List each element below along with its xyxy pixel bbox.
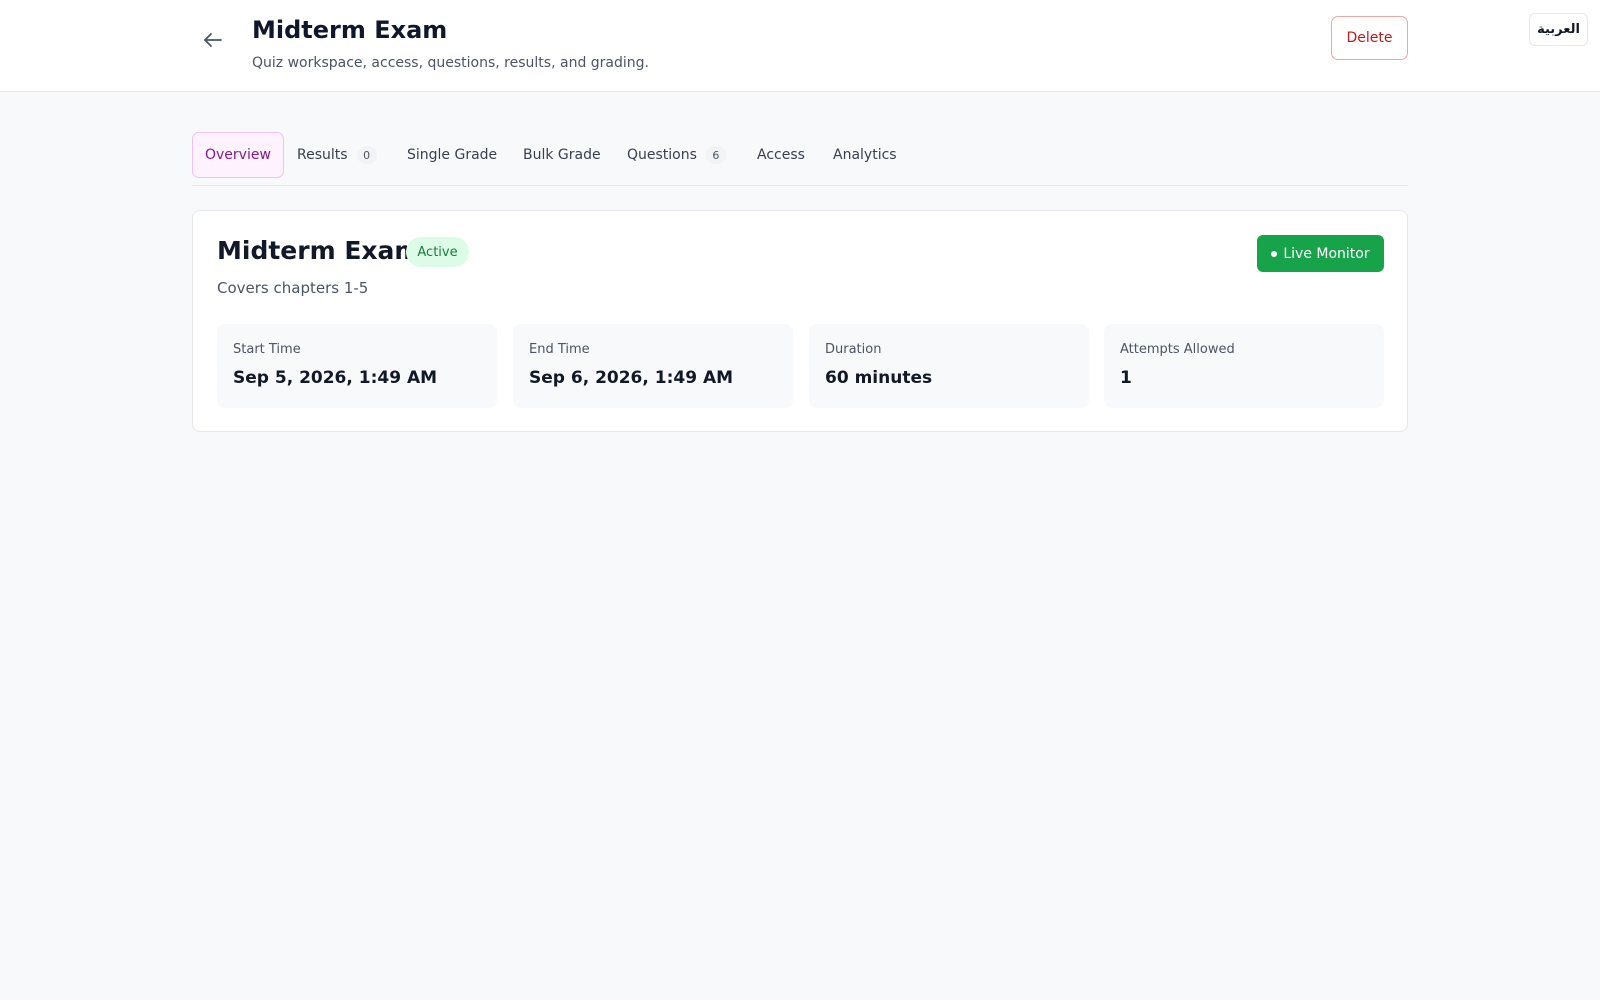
stat-duration: Duration 60 minutes <box>809 324 1089 408</box>
live-monitor-button[interactable]: Live Monitor <box>1257 235 1384 272</box>
page-title: Midterm Exam <box>252 16 448 44</box>
tab-bar: Overview Results 0 Single Grade Bulk Gra… <box>192 132 1408 186</box>
arrow-left-icon <box>204 33 222 47</box>
top-bar: Midterm Exam Quiz workspace, access, que… <box>0 0 1600 92</box>
stat-label: Duration <box>825 342 882 357</box>
tab-label: Access <box>757 147 805 163</box>
results-count-badge: 0 <box>356 146 377 164</box>
tab-label: Single Grade <box>407 147 498 163</box>
page-subtitle: Quiz workspace, access, questions, resul… <box>252 55 649 71</box>
tab-overview[interactable]: Overview <box>192 132 284 178</box>
stat-label: End Time <box>529 342 590 357</box>
tab-results[interactable]: Results 0 <box>297 132 377 178</box>
tab-label: Questions <box>627 147 697 163</box>
stat-value: 60 minutes <box>825 368 933 388</box>
stat-value: 1 <box>1120 368 1132 388</box>
status-badge: Active <box>406 237 469 267</box>
tab-bulk-grade[interactable]: Bulk Grade <box>523 132 601 178</box>
quiz-title: Midterm Exam <box>217 236 421 265</box>
tab-label: Results <box>297 147 348 163</box>
questions-count-badge: 6 <box>705 146 726 164</box>
tab-label: Overview <box>205 147 271 163</box>
language-toggle-button[interactable]: العربية <box>1529 13 1588 46</box>
tab-label: Analytics <box>833 147 897 163</box>
back-button[interactable] <box>197 24 229 56</box>
tab-label: Bulk Grade <box>523 147 601 163</box>
stat-end-time: End Time Sep 6, 2026, 1:49 AM <box>513 324 793 408</box>
stat-value: Sep 5, 2026, 1:49 AM <box>233 368 438 388</box>
delete-button[interactable]: Delete <box>1331 16 1408 60</box>
tab-single-grade[interactable]: Single Grade <box>407 132 497 178</box>
tab-access[interactable]: Access <box>757 132 805 178</box>
stat-attempts-allowed: Attempts Allowed 1 <box>1104 324 1384 408</box>
tab-questions[interactable]: Questions 6 <box>627 132 726 178</box>
stat-label: Attempts Allowed <box>1120 342 1235 357</box>
live-monitor-label: Live Monitor <box>1283 245 1370 262</box>
stat-value: Sep 6, 2026, 1:49 AM <box>529 368 734 388</box>
live-dot-icon <box>1271 250 1278 257</box>
quiz-description: Covers chapters 1-5 <box>217 279 369 297</box>
quiz-overview-card: Midterm Exam Active Covers chapters 1-5 … <box>192 210 1408 432</box>
stat-label: Start Time <box>233 342 301 357</box>
stat-start-time: Start Time Sep 5, 2026, 1:49 AM <box>217 324 497 408</box>
tab-analytics[interactable]: Analytics <box>833 132 897 178</box>
